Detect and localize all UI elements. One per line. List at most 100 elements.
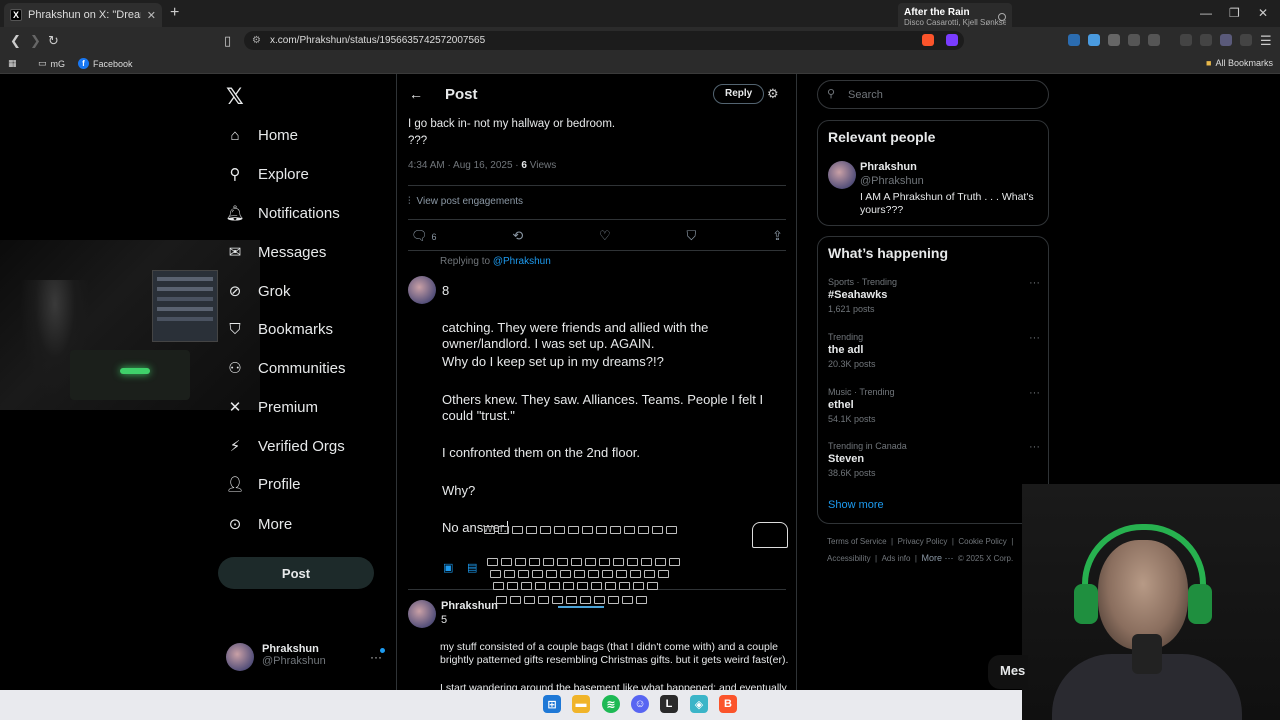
compose-text-line[interactable]: I confronted them on the 2nd floor. xyxy=(442,445,787,461)
keyboard-key xyxy=(669,558,680,566)
more-options-icon[interactable]: ··· xyxy=(1029,441,1040,453)
keyboard-key xyxy=(554,526,565,534)
extension-audio-icon[interactable] xyxy=(1068,34,1080,46)
person-name[interactable]: Phrakshun xyxy=(860,161,917,173)
wallet-icon[interactable] xyxy=(1200,34,1212,46)
apps-icon[interactable]: ▦ xyxy=(8,58,17,69)
privacy-link[interactable]: Privacy Policy xyxy=(898,537,948,546)
post-header: ← Post Reply ⚙ xyxy=(397,74,796,114)
bookmark-facebook[interactable]: f Facebook xyxy=(78,58,133,69)
trend-item[interactable]: Music · Trending ethel 54.1K posts ··· xyxy=(828,387,1040,424)
nav-verified-orgs[interactable]: ⚡︎ Verified Orgs xyxy=(226,437,345,456)
nav-explore[interactable]: ⚲ Explore xyxy=(226,165,309,184)
webcam-monitor xyxy=(152,270,218,342)
nav-messages[interactable]: ✉ Messages xyxy=(226,243,327,262)
browser-tab[interactable]: X Phrakshun on X: "Dream pt 1 My ✕ xyxy=(4,3,162,27)
nav-premium[interactable]: ✕ Premium xyxy=(226,398,318,417)
compose-text-line[interactable]: owner/landlord. I was set up. AGAIN. xyxy=(442,336,787,352)
sidebar-toggle-icon[interactable] xyxy=(1180,34,1192,46)
trend-item[interactable]: Trending in Canada Steven 38.6K posts ··… xyxy=(828,441,1040,478)
media-settings-icon[interactable] xyxy=(998,13,1006,21)
search-input[interactable] xyxy=(817,80,1049,109)
replying-handle-link[interactable]: @Phrakshun xyxy=(493,256,551,267)
avatar xyxy=(408,276,436,304)
keyboard-key xyxy=(580,596,591,604)
nav-grok[interactable]: ⊘ Grok xyxy=(226,282,291,301)
more-options-icon[interactable]: ··· xyxy=(1029,332,1040,344)
compose-text-line[interactable]: Why do I keep set up in my dreams?!? xyxy=(442,354,787,370)
compose-text-line[interactable]: could "trust." xyxy=(442,408,787,424)
cookie-link[interactable]: Cookie Policy xyxy=(958,537,1006,546)
nav-profile[interactable]: 👤︎ Profile xyxy=(225,475,300,494)
reply-action[interactable]: 🗨︎ 6 xyxy=(411,228,437,244)
compose-text-line[interactable]: Why? xyxy=(442,483,787,499)
url-bar[interactable]: ⚙ x.com/Phrakshun/status/195663574257200… xyxy=(244,31,964,50)
avatar[interactable] xyxy=(828,161,856,189)
share-icon[interactable]: ⇪ xyxy=(772,228,783,244)
compose-text-line[interactable]: catching. They were friends and allied w… xyxy=(442,320,787,336)
brave-browser-icon[interactable]: B xyxy=(719,695,737,713)
forward-icon[interactable]: ❯ xyxy=(30,33,41,49)
keyboard-key xyxy=(577,582,588,590)
site-info-icon[interactable]: ⚙ xyxy=(252,31,261,50)
spotify-icon[interactable]: ≋ xyxy=(602,695,620,713)
bookmark-mg[interactable]: ▭ mG xyxy=(38,58,65,69)
trend-item[interactable]: Sports · Trending #Seahawks 1,621 posts … xyxy=(828,277,1040,314)
nav-home[interactable]: ⌂ Home xyxy=(226,126,298,144)
terms-link[interactable]: Terms of Service xyxy=(827,537,887,546)
windows-start-icon[interactable]: ⊞ xyxy=(543,695,561,713)
extension-glasses-icon[interactable] xyxy=(1108,34,1120,46)
brave-shield-icon[interactable] xyxy=(922,34,934,46)
page-title: Post xyxy=(445,86,478,103)
all-bookmarks[interactable]: ■ All Bookmarks xyxy=(1206,58,1273,68)
compose-text-line[interactable]: Others knew. They saw. Alliances. Teams.… xyxy=(442,392,787,408)
menu-icon[interactable]: ☰ xyxy=(1260,33,1272,49)
new-tab-icon[interactable]: + xyxy=(170,4,179,22)
trend-item[interactable]: Trending the adl 20.3K posts ··· xyxy=(828,332,1040,369)
search-icon: ⚲ xyxy=(229,166,241,183)
extension-icon[interactable] xyxy=(1088,34,1100,46)
x-logo-icon[interactable]: 𝕏 xyxy=(226,84,244,110)
heart-icon[interactable]: ♡ xyxy=(599,228,611,244)
gif-icon[interactable]: ▤ xyxy=(467,561,477,574)
back-arrow-icon[interactable]: ← xyxy=(409,86,423,102)
discord-icon[interactable]: ☺ xyxy=(631,695,649,713)
league-client-icon[interactable]: L xyxy=(660,695,678,713)
window-close-icon[interactable]: ✕ xyxy=(1258,6,1268,20)
tab-close-icon[interactable]: ✕ xyxy=(147,9,156,22)
keyboard-key xyxy=(630,570,641,578)
extensions-puzzle-icon[interactable] xyxy=(1128,34,1140,46)
screenshot-icon[interactable] xyxy=(1148,34,1160,46)
reply-button[interactable]: Reply xyxy=(713,84,765,104)
back-icon[interactable]: ❮ xyxy=(10,33,21,49)
bookmark-icon[interactable]: ⛉ xyxy=(686,228,696,244)
bookmark-page-icon[interactable]: ▯ xyxy=(224,33,231,49)
file-explorer-icon[interactable]: ▬ xyxy=(572,695,590,713)
more-link[interactable]: More ··· xyxy=(921,553,953,563)
view-engagements-link[interactable]: ⫶ View post engagements xyxy=(408,196,523,207)
keyboard-key xyxy=(666,526,677,534)
maximize-icon[interactable]: ❐ xyxy=(1229,6,1240,20)
messages-drawer[interactable]: Mes xyxy=(988,655,1028,689)
nav-communities[interactable]: ⚇ Communities xyxy=(226,359,345,378)
notification-dot xyxy=(380,648,385,653)
ads-info-link[interactable]: Ads info xyxy=(882,554,911,563)
show-more-link[interactable]: Show more xyxy=(828,499,884,511)
minimize-icon[interactable]: — xyxy=(1200,6,1212,20)
vpn-icon[interactable] xyxy=(1240,34,1252,46)
post-button[interactable]: Post xyxy=(218,557,374,589)
repost-icon[interactable]: ⟲ xyxy=(512,228,523,244)
brave-rewards-icon[interactable] xyxy=(946,34,958,46)
leo-ai-icon[interactable] xyxy=(1220,34,1232,46)
more-options-icon[interactable]: ··· xyxy=(1029,387,1040,399)
nav-more[interactable]: ⊙ More xyxy=(226,515,292,534)
nav-notifications[interactable]: 🔔︎ Notifications xyxy=(225,204,339,223)
more-options-icon[interactable]: ··· xyxy=(1029,277,1040,289)
account-switcher[interactable]: Phrakshun @Phrakshun xyxy=(226,643,326,671)
app-icon[interactable]: ◈ xyxy=(690,695,708,713)
sliders-icon[interactable]: ⚙ xyxy=(767,86,779,102)
accessibility-link[interactable]: Accessibility xyxy=(827,554,871,563)
image-icon[interactable]: ▣ xyxy=(443,561,453,574)
reload-icon[interactable]: ↻ xyxy=(48,33,59,49)
nav-bookmarks[interactable]: ⛉ Bookmarks xyxy=(226,320,333,338)
